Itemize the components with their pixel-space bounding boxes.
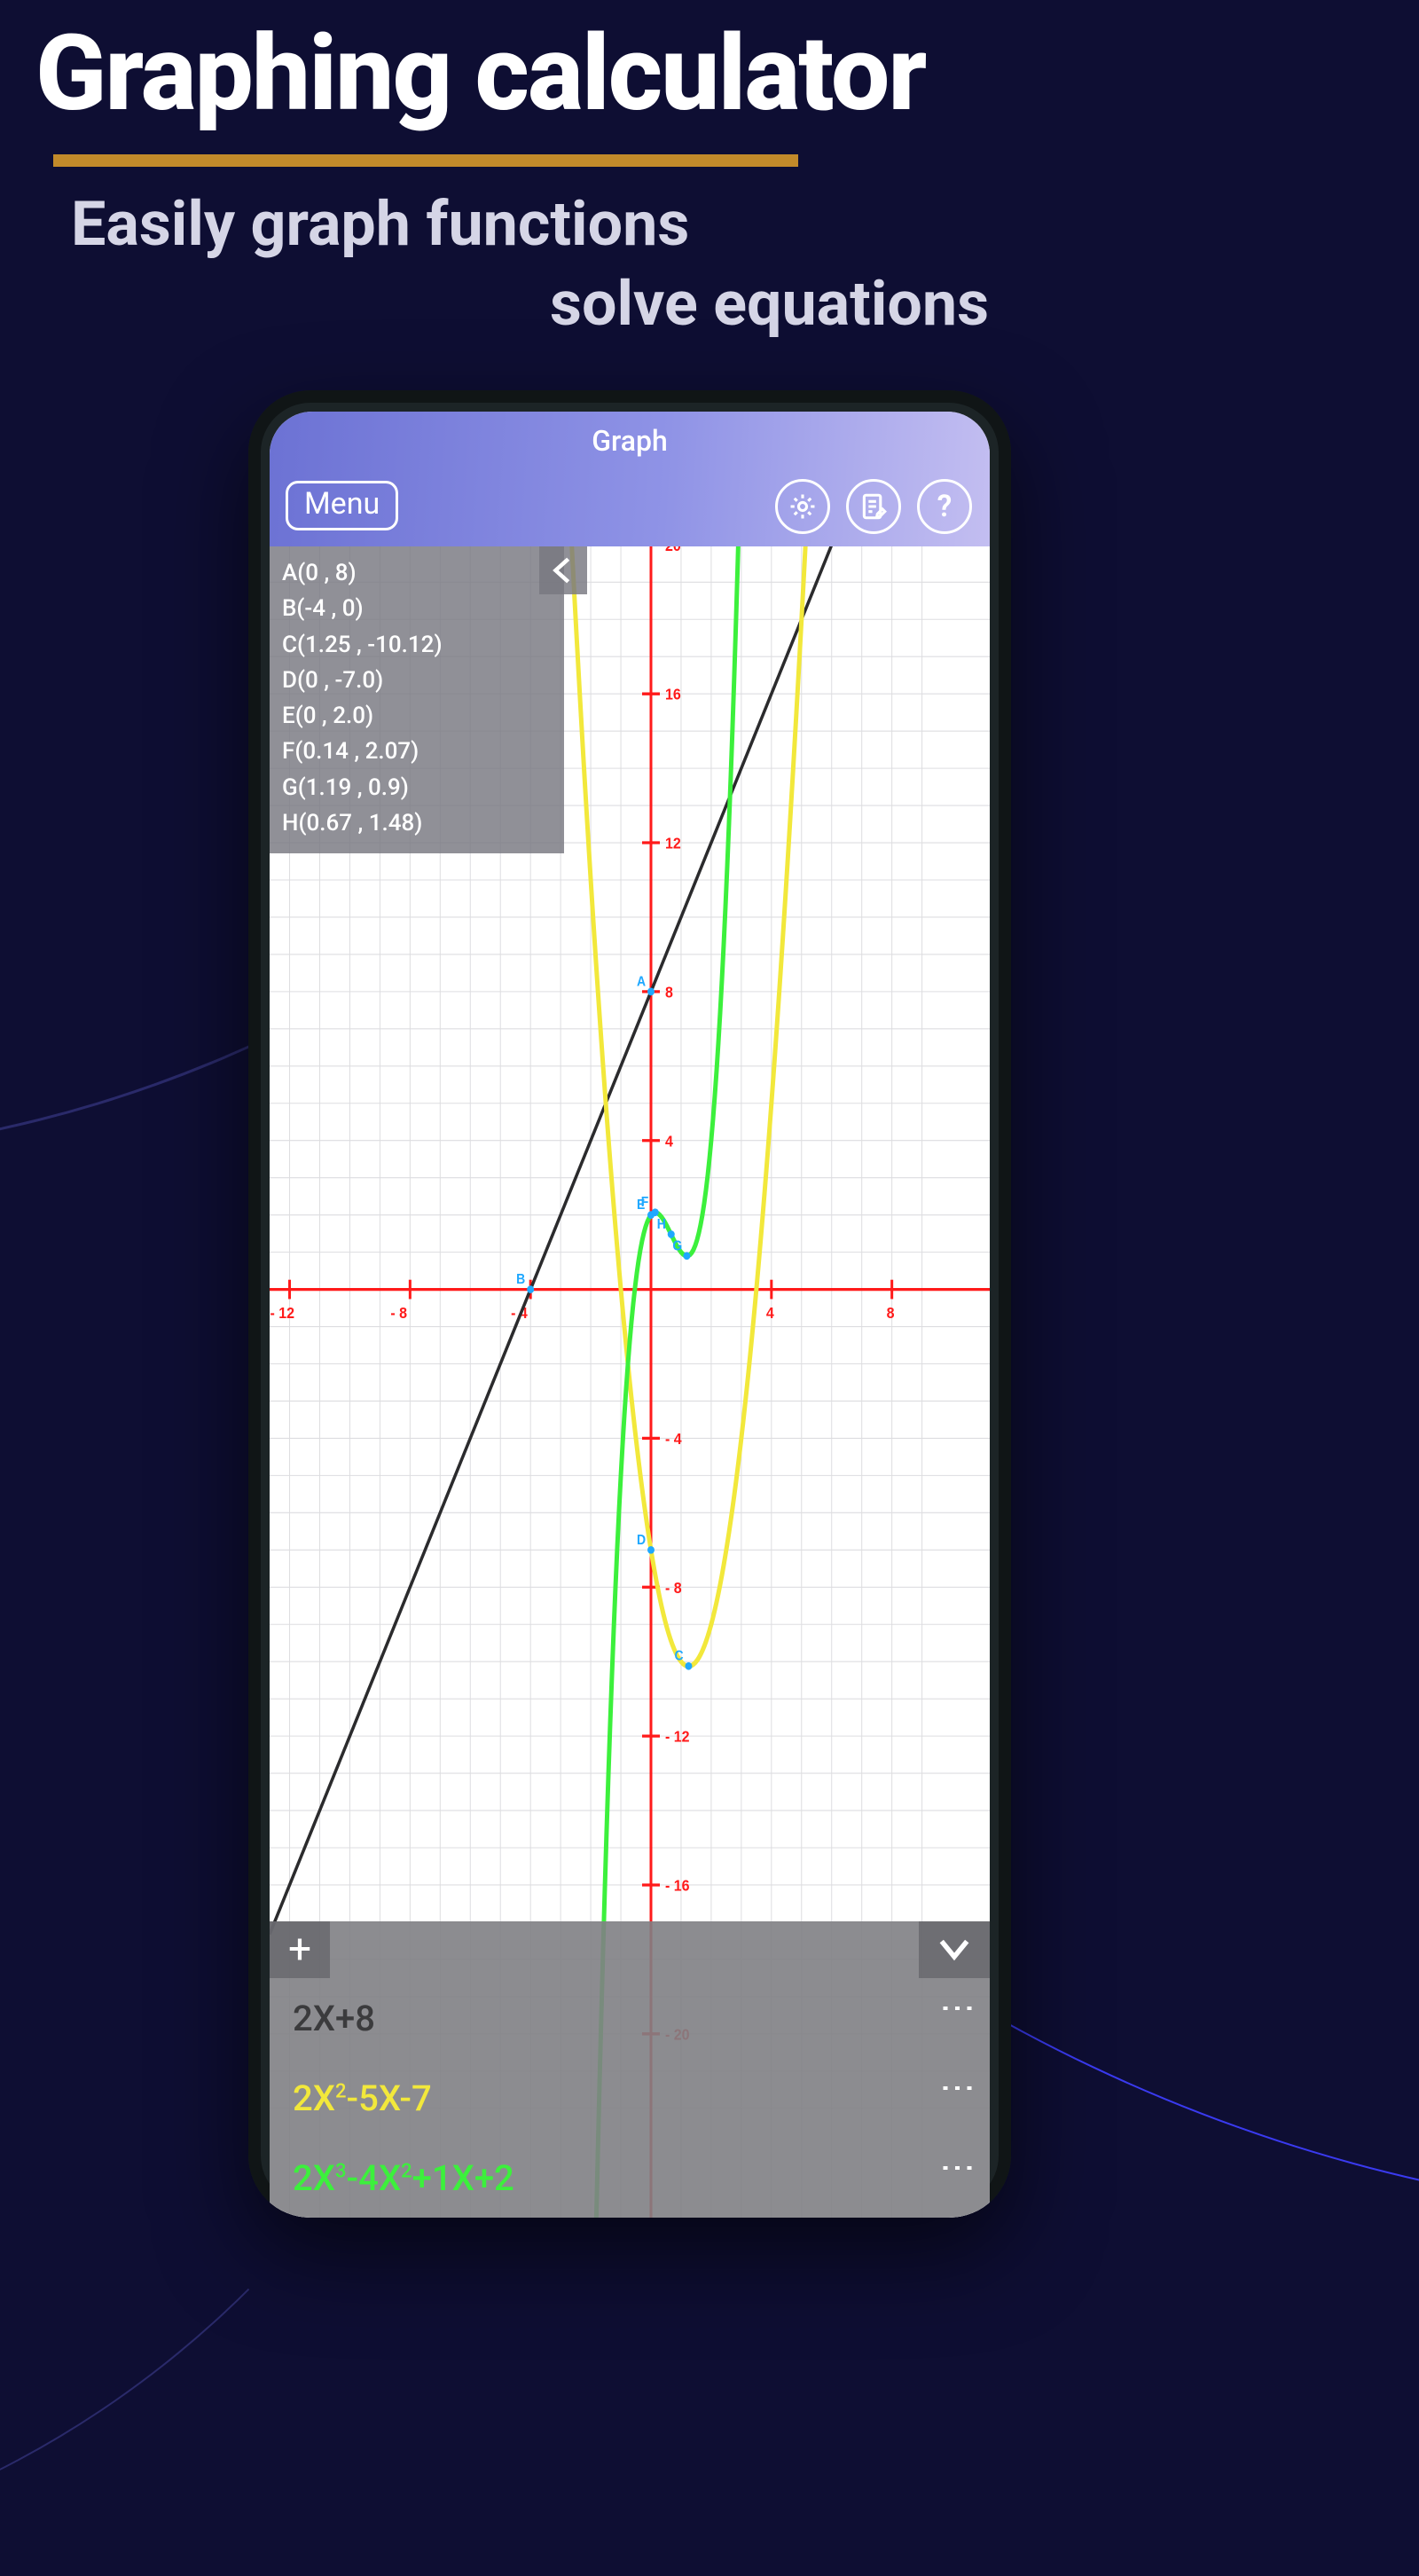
- plus-icon: +: [288, 1926, 311, 1974]
- function-expression: 2X3-4X2+1X+2: [293, 2157, 514, 2199]
- svg-text:- 8: - 8: [665, 1579, 682, 1597]
- app-header: Graph Menu ?: [270, 412, 990, 546]
- svg-text:4: 4: [766, 1305, 775, 1323]
- svg-text:D: D: [637, 1533, 646, 1548]
- header-title: Graph: [270, 424, 990, 458]
- point-list-item: G(1.19 , 0.9): [282, 770, 552, 805]
- title-underline: [53, 154, 798, 167]
- function-options-button[interactable]: ⋮: [951, 2070, 965, 2109]
- svg-text:- 16: - 16: [665, 1877, 690, 1895]
- point-list-item: E(0 , 2.0): [282, 698, 552, 734]
- svg-text:12: 12: [665, 835, 681, 852]
- collapse-points-button[interactable]: [539, 546, 587, 594]
- help-icon: ?: [937, 489, 953, 524]
- svg-text:G: G: [672, 1239, 682, 1254]
- app-screen: Graph Menu ? - 12- 8- 44820161284- 4: [270, 412, 990, 2218]
- svg-text:8: 8: [665, 984, 673, 1001]
- point-list-item: B(-4 , 0): [282, 591, 552, 626]
- chevron-left-icon: [548, 555, 578, 585]
- function-options-button[interactable]: ⋮: [951, 1991, 965, 2029]
- svg-text:4: 4: [665, 1133, 674, 1151]
- graph-canvas[interactable]: - 12- 8- 44820161284- 4- 8- 12- 16- 20AB…: [270, 546, 990, 2218]
- svg-text:- 12: - 12: [270, 1305, 295, 1323]
- svg-text:- 4: - 4: [665, 1430, 682, 1448]
- chevron-down-icon: [937, 1936, 971, 1963]
- svg-text:F: F: [641, 1196, 649, 1211]
- function-options-button[interactable]: ⋮: [951, 2150, 965, 2188]
- point-list-item: F(0.14 , 2.07): [282, 734, 552, 769]
- point-list-item: C(1.25 , -10.12): [282, 627, 552, 663]
- svg-text:20: 20: [665, 546, 681, 554]
- svg-text:A: A: [637, 975, 647, 990]
- svg-text:B: B: [516, 1273, 525, 1288]
- notes-button[interactable]: [846, 479, 901, 534]
- function-row[interactable]: 2X2-5X-7 ⋮: [270, 2058, 990, 2138]
- subtitle-line-1: Easily graph functions: [71, 188, 689, 261]
- function-row[interactable]: 2X3-4X2+1X+2 ⋮: [270, 2138, 990, 2218]
- svg-text:16: 16: [665, 686, 681, 703]
- settings-button[interactable]: [775, 479, 830, 534]
- function-row[interactable]: 2X+8 ⋮: [270, 1978, 990, 2058]
- subtitle-line-2: solve equations: [550, 268, 989, 341]
- function-expression: 2X+8: [293, 1998, 375, 2039]
- svg-text:- 12: - 12: [665, 1728, 690, 1746]
- gear-icon: [788, 491, 818, 522]
- svg-text:- 8: - 8: [390, 1305, 407, 1323]
- function-expression: 2X2-5X-7: [293, 2077, 432, 2119]
- menu-button[interactable]: Menu: [286, 481, 398, 530]
- device-frame: Graph Menu ? - 12- 8- 44820161284- 4: [248, 390, 1011, 2218]
- function-panel-head: +: [270, 1921, 990, 1978]
- page-title: Graphing calculator: [35, 12, 925, 135]
- function-panel: + 2X+8 ⋮ 2X2-5X-7 ⋮ 2X3-4X2+1X+2 ⋮: [270, 1921, 990, 2218]
- collapse-functions-button[interactable]: [919, 1921, 990, 1978]
- edit-note-icon: [858, 491, 889, 522]
- svg-text:H: H: [657, 1217, 666, 1232]
- points-panel: A(0 , 8)B(-4 , 0)C(1.25 , -10.12)D(0 , -…: [270, 546, 564, 853]
- add-function-button[interactable]: +: [270, 1921, 330, 1978]
- point-list-item: H(0.67 , 1.48): [282, 805, 552, 841]
- point-list-item: A(0 , 8): [282, 555, 552, 591]
- svg-text:8: 8: [887, 1305, 895, 1323]
- help-button[interactable]: ?: [917, 479, 972, 534]
- point-list-item: D(0 , -7.0): [282, 663, 552, 698]
- svg-text:C: C: [674, 1649, 684, 1664]
